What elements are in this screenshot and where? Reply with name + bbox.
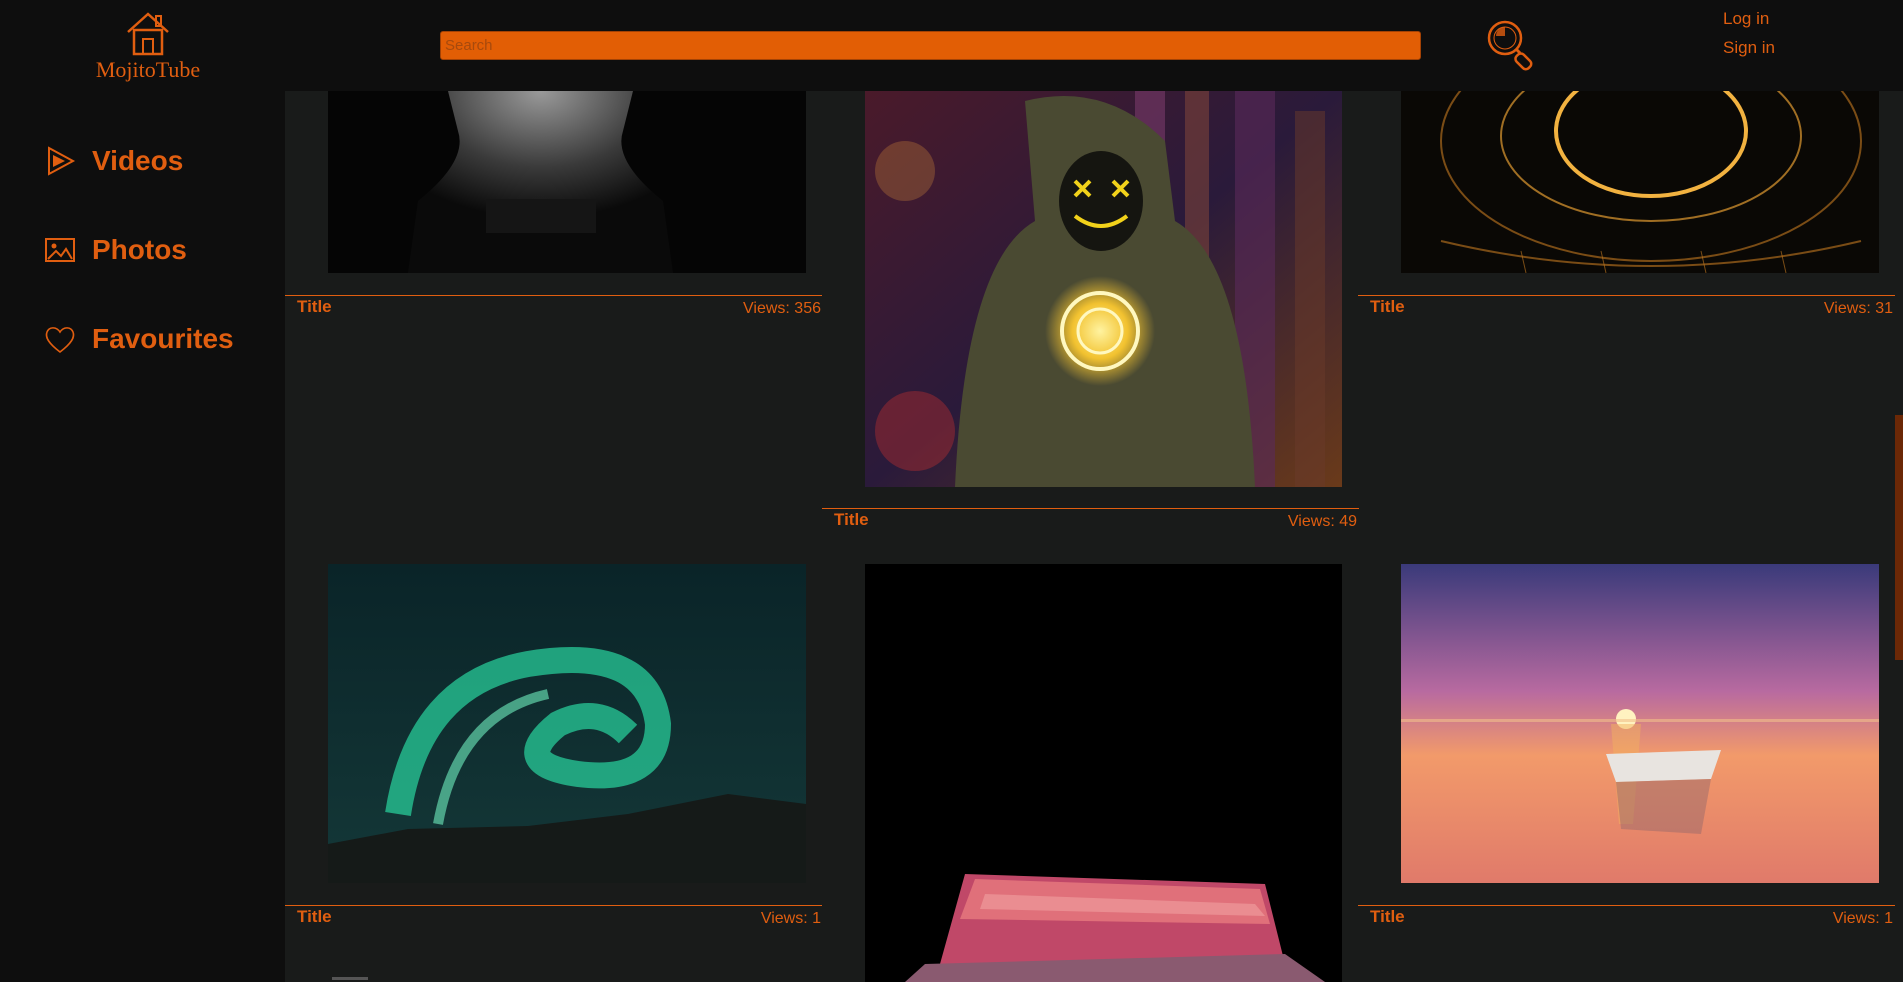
card-views: Views: 31	[1823, 300, 1893, 317]
card-title[interactable]: Title	[834, 510, 869, 530]
card-views: Views: 356	[743, 300, 821, 317]
sidebar-item-photos[interactable]: Photos	[42, 228, 187, 272]
card-views: Views: 1	[760, 910, 821, 927]
light-painting-image	[1401, 91, 1879, 273]
search-button[interactable]	[1483, 18, 1537, 74]
card-thumbnail[interactable]	[865, 91, 1342, 487]
top-bar: MojitoTube Log in Sign in	[0, 0, 1903, 91]
horizontal-scroll-thumb[interactable]	[332, 977, 368, 980]
card-title[interactable]: Title	[1370, 907, 1405, 927]
sidebar-item-favourites[interactable]: Favourites	[42, 317, 234, 361]
laptop-image	[865, 564, 1342, 982]
logo-text: MojitoTube	[95, 57, 201, 82]
heart-icon	[45, 327, 75, 354]
signin-link[interactable]: Sign in	[1723, 38, 1775, 58]
aurora-image	[328, 564, 806, 883]
sidebar-item-videos[interactable]: Videos	[42, 139, 183, 183]
search-icon	[1487, 20, 1533, 71]
card-divider	[1358, 295, 1895, 296]
photo-icon	[45, 238, 75, 262]
card-thumbnail[interactable]	[328, 564, 806, 883]
house-icon	[127, 12, 169, 56]
hoodie-image	[328, 91, 806, 273]
search-input[interactable]	[440, 31, 1421, 60]
card-title[interactable]: Title	[1370, 297, 1405, 317]
card-title[interactable]: Title	[297, 907, 332, 927]
card-views: Views: 49	[1287, 513, 1357, 530]
card-divider	[285, 295, 822, 296]
sidebar: Videos Photos Favourites	[0, 91, 285, 982]
sidebar-item-label: Favourites	[92, 323, 234, 354]
logo[interactable]: MojitoTube	[88, 10, 208, 88]
card-divider	[285, 905, 822, 906]
card-divider	[822, 508, 1359, 509]
login-link[interactable]: Log in	[1723, 9, 1769, 29]
card-thumbnail[interactable]	[1401, 564, 1879, 883]
card-divider	[1358, 905, 1895, 906]
card-title[interactable]: Title	[297, 297, 332, 317]
neon-mask-image	[865, 91, 1342, 487]
play-icon	[48, 146, 76, 176]
card-thumbnail[interactable]	[865, 564, 1342, 982]
card-thumbnail[interactable]	[1401, 91, 1879, 273]
sidebar-item-label: Photos	[92, 234, 187, 265]
sunset-boat-image	[1401, 564, 1879, 883]
sidebar-item-label: Videos	[92, 145, 184, 176]
card-thumbnail[interactable]	[328, 91, 806, 273]
scrollbar-thumb[interactable]	[1895, 415, 1903, 660]
card-views: Views: 1	[1832, 910, 1893, 927]
